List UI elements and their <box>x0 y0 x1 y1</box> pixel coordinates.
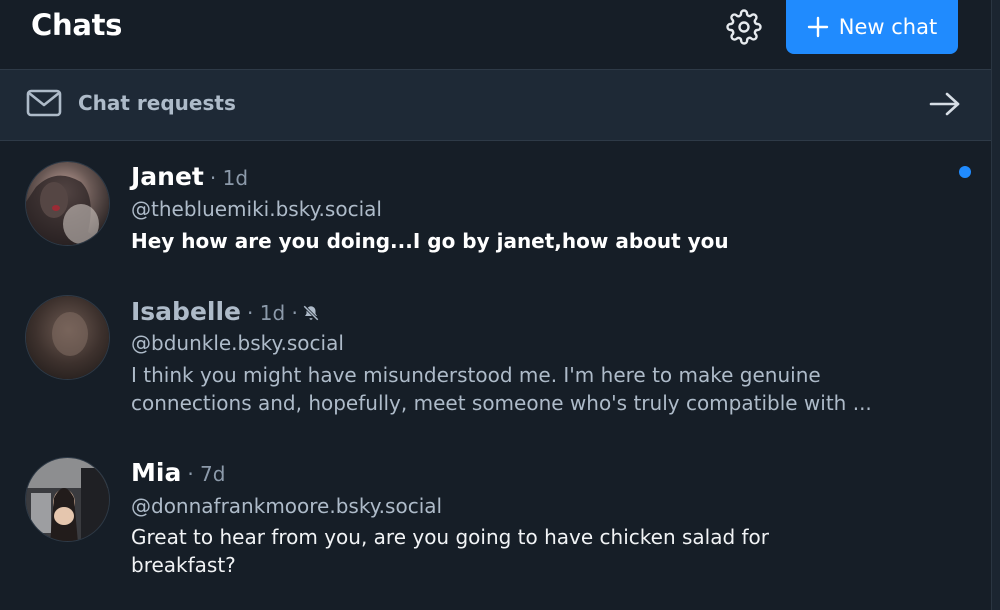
scrollbar[interactable] <box>991 0 1000 610</box>
chat-handle: @bdunkle.bsky.social <box>131 331 344 355</box>
envelope-icon <box>26 88 62 122</box>
chats-screen: Chats New chat Chat requests Janet · 1d … <box>0 0 1000 610</box>
bell-off-icon <box>302 304 320 326</box>
plus-icon <box>807 16 829 38</box>
chat-list-item[interactable]: Mia · 7d @donnafrankmoore.bsky.social Gr… <box>0 442 991 587</box>
header: Chats New chat <box>0 0 991 70</box>
chat-name: Isabelle <box>131 297 241 326</box>
chat-name: Janet <box>131 162 204 191</box>
arrow-right-icon[interactable] <box>928 90 962 122</box>
avatar[interactable] <box>25 457 110 542</box>
chat-list-item[interactable]: Janet · 1d @thebluemiki.bsky.social Hey … <box>0 142 991 287</box>
chat-list-item[interactable]: Isabelle · 1d · @bdunkle.bsky.social I t… <box>0 279 991 424</box>
unread-indicator <box>959 166 971 178</box>
gear-icon <box>726 9 762 45</box>
avatar[interactable] <box>25 295 110 380</box>
chat-time: · 7d <box>187 462 226 486</box>
chat-time: · 1d <box>209 166 249 190</box>
chat-name-line: Janet · 1d <box>131 162 248 191</box>
chat-name-line: Mia · 7d <box>131 458 225 487</box>
chat-name: Mia <box>131 458 182 487</box>
chat-requests-label: Chat requests <box>78 91 236 115</box>
chat-preview: Hey how are you doing...I go by janet,ho… <box>131 229 729 253</box>
chat-preview: Great to hear from you, are you going to… <box>131 525 770 577</box>
settings-button[interactable] <box>723 6 765 48</box>
new-chat-label: New chat <box>838 15 938 39</box>
chat-time: · 1d · <box>247 301 298 325</box>
chat-handle: @donnafrankmoore.bsky.social <box>131 494 443 518</box>
chat-preview: I think you might have misunderstood me.… <box>131 363 872 415</box>
new-chat-button[interactable]: New chat <box>786 0 958 54</box>
chat-handle: @thebluemiki.bsky.social <box>131 197 382 221</box>
page-title: Chats <box>31 8 123 42</box>
avatar[interactable] <box>25 161 110 246</box>
chat-requests-row[interactable]: Chat requests <box>0 70 991 141</box>
chat-name-line: Isabelle · 1d · <box>131 297 320 326</box>
